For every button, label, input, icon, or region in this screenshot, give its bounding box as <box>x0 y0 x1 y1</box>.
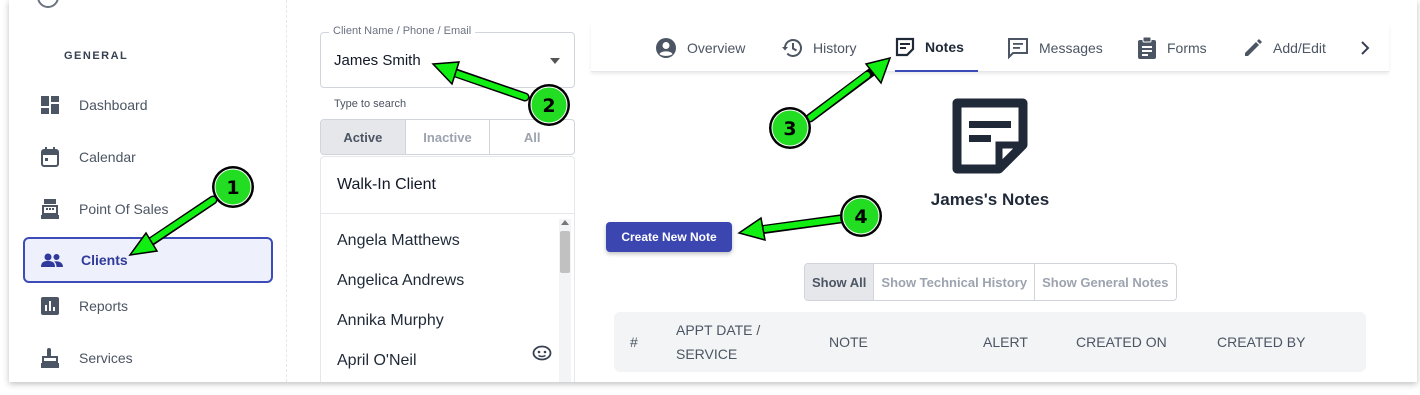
column-header-created-by[interactable]: CREATED BY <box>1217 330 1305 354</box>
account-circle-icon <box>655 37 677 59</box>
filter-technical-history-button[interactable]: Show Technical History <box>874 264 1036 300</box>
sidebar: GENERAL Dashboard Calendar Point Of Sale… <box>9 0 287 382</box>
message-icon <box>1007 37 1029 59</box>
column-header-appt-date[interactable]: APPT DATE / <box>676 318 760 342</box>
tab-messages[interactable]: Messages <box>1007 24 1103 72</box>
filter-active-button[interactable]: Active <box>321 120 406 154</box>
create-new-note-button[interactable]: Create New Note <box>606 222 732 252</box>
filter-show-all-button[interactable]: Show All <box>805 264 875 300</box>
list-item[interactable]: Angela Matthews <box>337 232 460 250</box>
tab-label: Notes <box>925 39 964 55</box>
tab-label: History <box>813 40 857 56</box>
sidebar-item-label: Calendar <box>79 149 136 165</box>
chevron-right-icon[interactable] <box>1359 38 1371 63</box>
tab-label: Overview <box>687 40 746 56</box>
avatar[interactable] <box>37 0 59 8</box>
notes-filter: Show All Show Technical History Show Gen… <box>804 263 1177 301</box>
list-item[interactable]: Angelica Andrews <box>337 272 464 290</box>
column-header-appt-service[interactable]: SERVICE <box>676 342 737 366</box>
column-header-created-on[interactable]: CREATED ON <box>1076 330 1167 354</box>
sidebar-item-clients[interactable]: Clients <box>23 237 273 283</box>
filter-all-button[interactable]: All <box>490 120 574 154</box>
calendar-icon <box>39 146 61 168</box>
sidebar-item-dashboard[interactable]: Dashboard <box>23 82 273 128</box>
bar-chart-icon <box>39 295 61 317</box>
tab-forms[interactable]: Forms <box>1137 24 1207 72</box>
tab-label: Messages <box>1039 40 1103 56</box>
sidebar-item-label: Dashboard <box>79 97 148 113</box>
tab-overview[interactable]: Overview <box>655 24 745 72</box>
app-window: GENERAL Dashboard Calendar Point Of Sale… <box>9 0 1417 382</box>
eye-icon[interactable] <box>532 345 552 366</box>
sidebar-item-services[interactable]: Services <box>23 335 273 381</box>
client-search-select[interactable]: Client Name / Phone / Email James Smith <box>320 25 575 88</box>
walk-in-client-item[interactable]: Walk-In Client <box>321 157 574 214</box>
client-list: Walk-In Client Angela Matthews Angelica … <box>320 156 575 382</box>
client-status-filter: Active Inactive All <box>320 119 575 155</box>
client-detail-panel: Overview History Notes Messages Forms Ad… <box>591 24 1389 382</box>
note-icon <box>895 37 915 57</box>
sidebar-item-label: Services <box>79 350 133 366</box>
chevron-down-icon[interactable] <box>550 58 560 64</box>
client-search-value[interactable]: James Smith <box>334 52 421 69</box>
dashboard-icon <box>39 94 61 116</box>
sidebar-item-calendar[interactable]: Calendar <box>23 134 273 180</box>
tab-add-edit[interactable]: Add/Edit <box>1243 24 1326 72</box>
page-title: James's Notes <box>930 190 1050 209</box>
client-search-label: Client Name / Phone / Email <box>329 25 476 37</box>
pencil-icon <box>1243 38 1263 58</box>
column-header-number[interactable]: # <box>630 330 638 354</box>
hand-icon <box>39 347 61 369</box>
clipboard-icon <box>1137 37 1157 59</box>
sidebar-item-point-of-sales[interactable]: Point Of Sales <box>23 186 273 232</box>
column-header-note[interactable]: NOTE <box>829 330 868 354</box>
people-icon <box>41 249 63 271</box>
sidebar-item-reports[interactable]: Reports <box>23 283 273 329</box>
scroll-up-icon[interactable] <box>561 220 569 225</box>
client-search-helper: Type to search <box>334 98 407 110</box>
tab-notes[interactable]: Notes <box>895 24 978 72</box>
filter-general-notes-button[interactable]: Show General Notes <box>1035 264 1175 300</box>
list-item[interactable]: April O'Neil <box>337 352 417 370</box>
sidebar-item-label: Reports <box>79 298 129 314</box>
sidebar-section-title: GENERAL <box>64 50 129 62</box>
column-header-alert[interactable]: ALERT <box>983 330 1028 354</box>
filter-inactive-button[interactable]: Inactive <box>406 120 491 154</box>
client-list-scrollbar[interactable] <box>559 219 571 382</box>
scrollbar-thumb[interactable] <box>560 231 570 273</box>
sidebar-item-label: Clients <box>81 252 128 268</box>
tab-history[interactable]: History <box>781 24 857 72</box>
client-tabs: Overview History Notes Messages Forms Ad… <box>591 24 1389 72</box>
client-list-scroll: Angela Matthews Angelica Andrews Annika … <box>321 215 574 382</box>
tab-label: Add/Edit <box>1273 40 1326 56</box>
sidebar-item-label: Point Of Sales <box>79 201 169 217</box>
list-item[interactable]: Annika Murphy <box>337 312 444 330</box>
notes-large-icon <box>951 97 1029 180</box>
cash-register-icon <box>39 198 61 220</box>
tab-label: Forms <box>1167 40 1207 56</box>
notes-table-header: # APPT DATE / SERVICE NOTE ALERT CREATED… <box>614 312 1366 372</box>
history-icon <box>781 37 803 59</box>
